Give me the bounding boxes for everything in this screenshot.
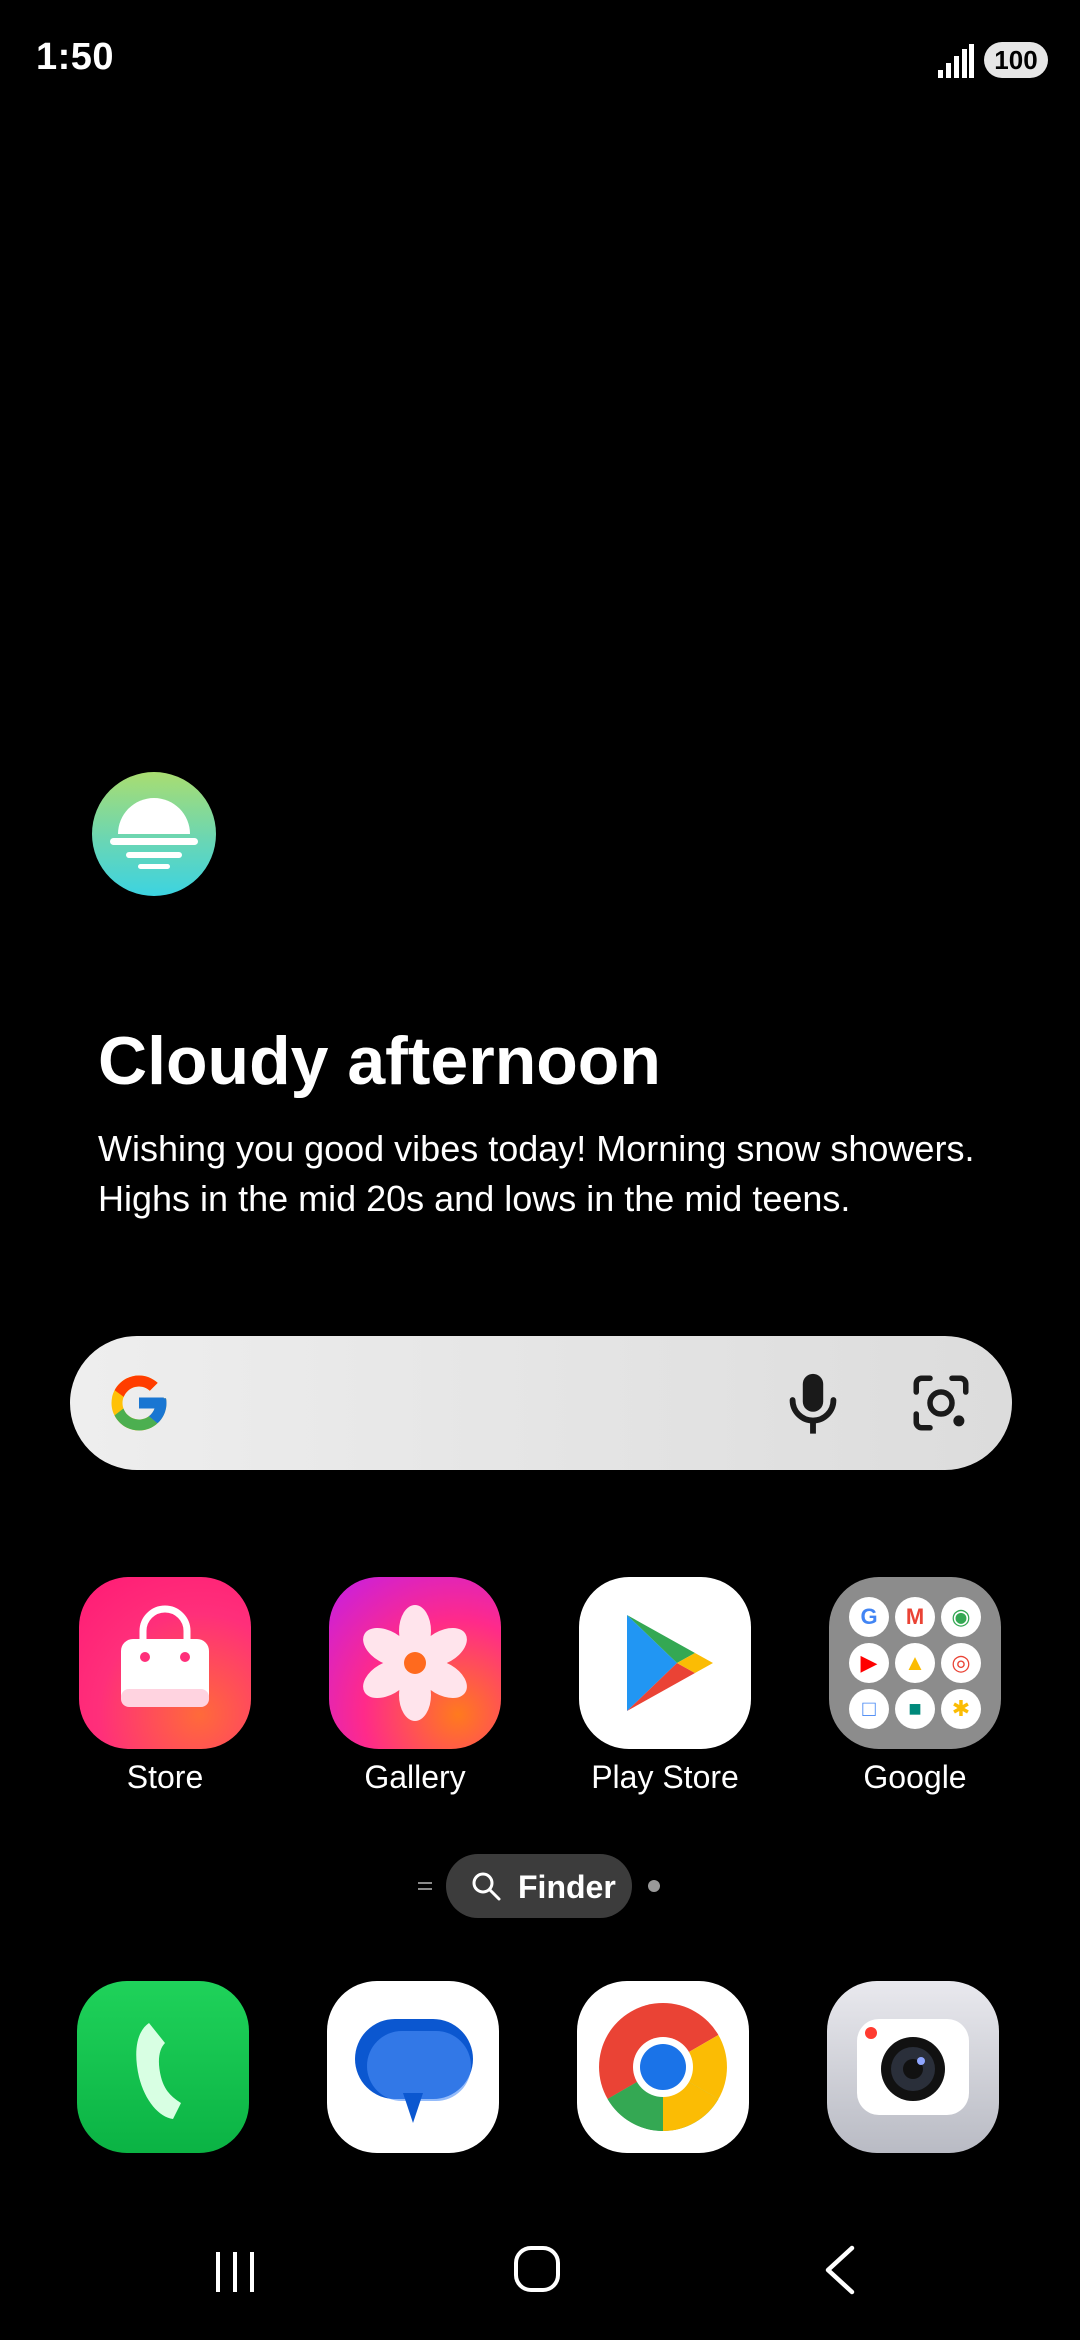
home-icon[interactable] xyxy=(512,2244,562,2294)
dock-camera[interactable] xyxy=(813,1981,1013,2153)
recents-icon[interactable] xyxy=(210,2250,260,2294)
app-play-store[interactable]: Play Store xyxy=(565,1577,765,1796)
battery-level: 100 xyxy=(984,42,1048,78)
lens-camera-icon[interactable] xyxy=(908,1370,974,1436)
finder-button[interactable]: Finder xyxy=(446,1854,632,1918)
play-store-icon xyxy=(579,1577,751,1749)
google-g-icon xyxy=(111,1375,167,1431)
messages-icon xyxy=(327,1981,499,2153)
weather-description: Wishing you good vibes today! Morning sn… xyxy=(98,1128,975,1219)
camera-icon xyxy=(827,1981,999,2153)
google-folder-icon: G M ◉ ▶ ▲ ◎ □ ■ ✱ xyxy=(829,1577,1001,1749)
page-list-icon[interactable] xyxy=(418,1876,432,1896)
sun-haze-icon xyxy=(92,772,216,896)
phone-icon xyxy=(77,1981,249,2153)
google-search-bar[interactable] xyxy=(70,1336,1012,1470)
app-label: Store xyxy=(126,1759,204,1795)
microphone-icon[interactable] xyxy=(778,1368,848,1438)
navigation-bar xyxy=(0,2230,1080,2310)
dock-phone[interactable] xyxy=(63,1981,263,2153)
finder-label: Finder xyxy=(518,1869,616,1905)
search-icon xyxy=(472,1872,501,1901)
dock-messages[interactable] xyxy=(313,1981,513,2153)
status-bar: 1:50 100 xyxy=(0,0,1080,120)
app-label: Google xyxy=(863,1759,967,1795)
app-store[interactable]: Store xyxy=(65,1577,265,1796)
app-gallery[interactable]: Gallery xyxy=(315,1577,515,1796)
app-label: Play Store xyxy=(591,1759,739,1795)
finder-row: Finder xyxy=(0,1854,1080,1918)
chrome-icon xyxy=(577,1981,749,2153)
store-bag-icon xyxy=(79,1577,251,1749)
app-google-folder[interactable]: G M ◉ ▶ ▲ ◎ □ ■ ✱ Google xyxy=(815,1577,1015,1796)
status-time: 1:50 xyxy=(36,36,115,78)
signal-bars-icon xyxy=(938,44,974,78)
weather-title: Cloudy afternoon xyxy=(98,1023,661,1099)
app-label: Gallery xyxy=(364,1759,466,1795)
back-icon[interactable] xyxy=(818,2244,862,2296)
gallery-flower-icon xyxy=(329,1577,501,1749)
dock-chrome[interactable] xyxy=(563,1981,763,2153)
page-indicator-dot xyxy=(648,1880,660,1892)
